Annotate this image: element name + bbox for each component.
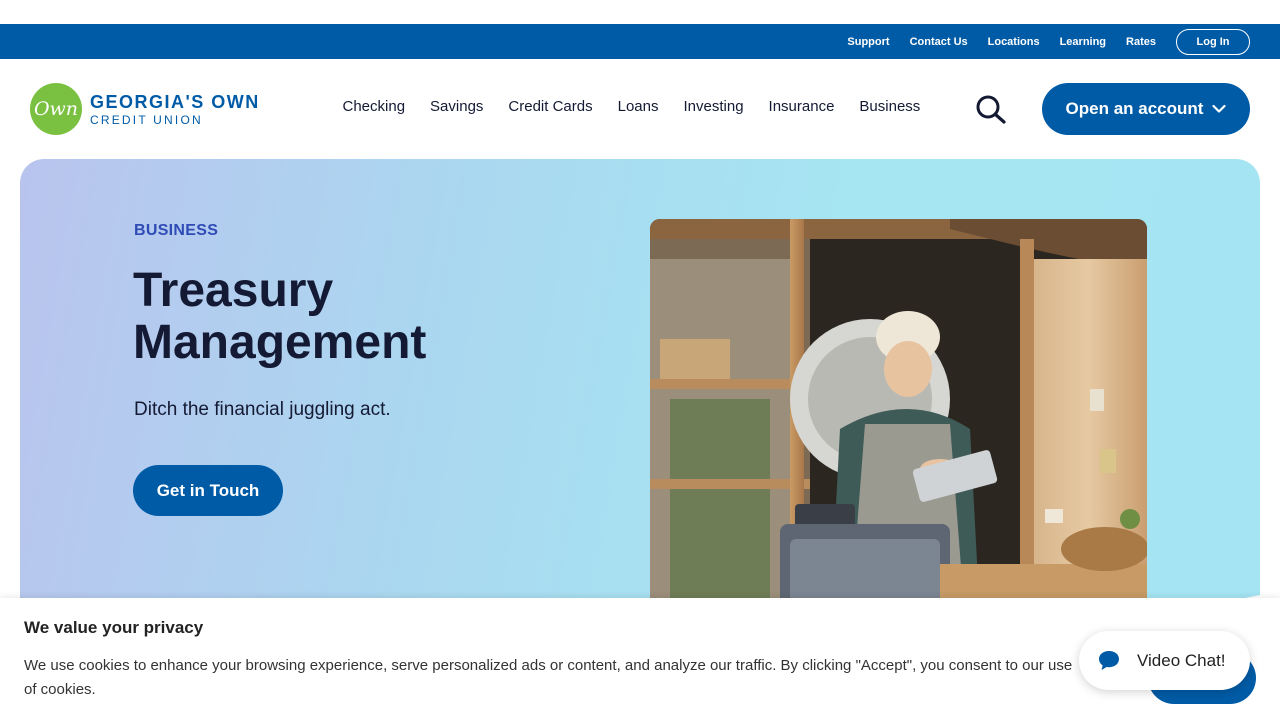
logo[interactable]: Own GEORGIA'S OWN CREDIT UNION: [30, 83, 260, 135]
nav-item-credit-cards[interactable]: Credit Cards: [508, 98, 592, 115]
util-link-support[interactable]: Support: [847, 36, 889, 48]
shopkeeper-with-tablet-photo: [650, 219, 1147, 619]
logo-line-2: CREDIT UNION: [90, 112, 203, 127]
nav-item-savings[interactable]: Savings: [430, 98, 483, 115]
search-icon: [976, 95, 1006, 124]
get-in-touch-button[interactable]: Get in Touch: [133, 465, 283, 516]
video-chat-button[interactable]: Video Chat!: [1079, 631, 1250, 690]
util-link-rates[interactable]: Rates: [1126, 36, 1156, 48]
page: Support Contact Us Locations Learning Ra…: [0, 0, 1280, 720]
nav-item-insurance[interactable]: Insurance: [769, 98, 835, 115]
main-nav: Checking Savings Credit Cards Loans Inve…: [330, 98, 933, 115]
chevron-down-icon: [1212, 104, 1227, 113]
hero-section: BUSINESS Treasury Management Ditch the f…: [20, 159, 1260, 629]
nav-item-business[interactable]: Business: [859, 98, 920, 115]
search-button[interactable]: [975, 94, 1009, 124]
util-link-locations[interactable]: Locations: [988, 36, 1040, 48]
chat-bubble-icon: [1099, 650, 1119, 670]
site-header: Own GEORGIA'S OWN CREDIT UNION Checking …: [0, 59, 1280, 159]
hero-photo: [650, 219, 1147, 619]
hero-subtitle: Ditch the financial juggling act.: [134, 399, 391, 420]
open-account-label: Open an account: [1065, 99, 1204, 118]
cookie-banner-text: We use cookies to enhance your browsing …: [24, 657, 1073, 698]
utility-bar: Support Contact Us Locations Learning Ra…: [0, 24, 1280, 59]
cookie-banner-title: We value your privacy: [24, 618, 204, 637]
logo-mark: Own: [30, 83, 82, 135]
logo-wordmark: GEORGIA'S OWN CREDIT UNION: [90, 93, 260, 126]
video-chat-label: Video Chat!: [1137, 650, 1226, 670]
nav-item-investing[interactable]: Investing: [684, 98, 744, 115]
util-link-contact-us[interactable]: Contact Us: [910, 36, 968, 48]
nav-item-loans[interactable]: Loans: [618, 98, 659, 115]
nav-item-checking[interactable]: Checking: [343, 98, 406, 115]
page-title: Treasury Management: [133, 264, 427, 369]
hero-eyebrow: BUSINESS: [134, 222, 219, 239]
open-account-button[interactable]: Open an account: [1042, 83, 1250, 135]
logo-line-1: GEORGIA'S OWN: [90, 91, 260, 112]
login-button[interactable]: Log In: [1176, 28, 1250, 55]
util-link-learning[interactable]: Learning: [1060, 36, 1106, 48]
